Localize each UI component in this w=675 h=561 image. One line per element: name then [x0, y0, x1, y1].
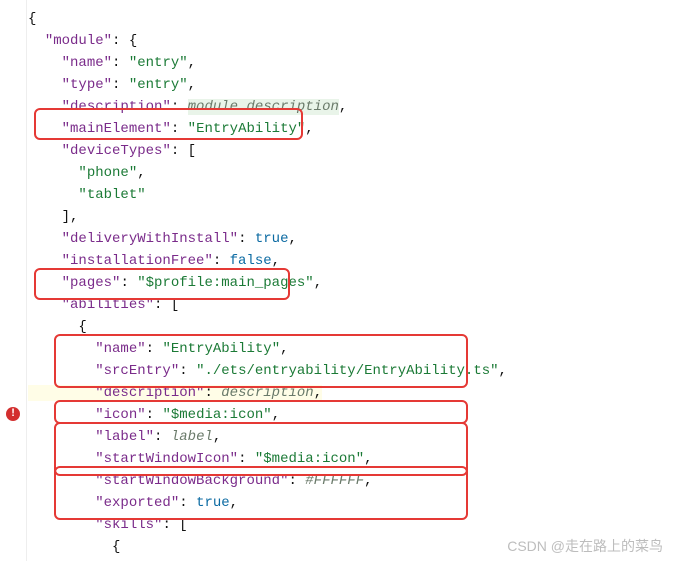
code-line: "type": "entry",: [28, 74, 675, 96]
code-line: "name": "EntryAbility",: [28, 338, 675, 360]
code-line: "tablet": [28, 184, 675, 206]
code-line: "deviceTypes": [: [28, 140, 675, 162]
watermark: CSDN @走在路上的菜鸟: [507, 535, 663, 557]
code-line: "mainElement": "EntryAbility",: [28, 118, 675, 140]
code-line: {: [28, 316, 675, 338]
code-line: "description": module description,: [28, 96, 675, 118]
code-line: "startWindowIcon": "$media:icon",: [28, 448, 675, 470]
gutter: !: [0, 0, 27, 561]
code-line: "deliveryWithInstall": true,: [28, 228, 675, 250]
code-block: { "module": { "name": "entry", "type": "…: [28, 8, 675, 558]
code-line: "label": label,: [28, 426, 675, 448]
code-line: "icon": "$media:icon",: [28, 404, 675, 426]
code-line: "module": {: [28, 30, 675, 52]
code-line: "abilities": [: [28, 294, 675, 316]
code-line: {: [28, 8, 675, 30]
code-line: "pages": "$profile:main_pages",: [28, 272, 675, 294]
code-line: "exported": true,: [28, 492, 675, 514]
code-line: "description": description,: [28, 382, 675, 404]
error-icon: !: [6, 407, 20, 421]
code-line: "srcEntry": "./ets/entryability/EntryAbi…: [28, 360, 675, 382]
code-line: "installationFree": false,: [28, 250, 675, 272]
code-line: "phone",: [28, 162, 675, 184]
code-line: "name": "entry",: [28, 52, 675, 74]
code-line: ],: [28, 206, 675, 228]
code-line: "skills": [: [28, 514, 675, 536]
code-line: "startWindowBackground": #FFFFFF,: [28, 470, 675, 492]
